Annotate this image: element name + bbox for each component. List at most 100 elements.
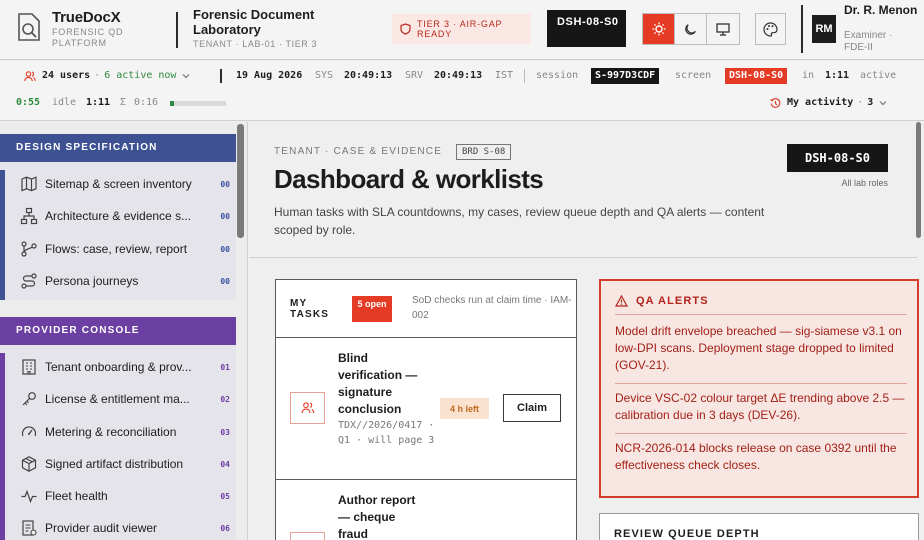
claim-button[interactable]: Claim (503, 394, 561, 422)
system-theme-button[interactable] (707, 14, 739, 44)
light-theme-button[interactable] (643, 14, 675, 44)
sitemap-icon (20, 207, 38, 225)
page-description: Human tasks with SLA countdowns, my case… (274, 205, 765, 237)
sidebar-scrollbar[interactable] (237, 124, 244, 238)
sidebar-item-license[interactable]: License & entitlement ma... 02 (20, 387, 230, 411)
sidebar-item-artifact-distribution[interactable]: Signed artifact distribution 04 (20, 452, 230, 476)
sidebar-item-label: Architecture & evidence s... (45, 209, 192, 223)
qa-alert-item[interactable]: Model drift envelope breached — sig-siam… (615, 323, 905, 374)
brand-subtitle: FORENSIC QD (52, 27, 124, 37)
task-type-badge (290, 532, 325, 540)
screen-id-pill: DSH-08-S0 (725, 68, 788, 84)
pulse-icon (21, 489, 37, 504)
sidebar-item-fleet-health[interactable]: Fleet health 05 (20, 484, 230, 508)
map-icon (21, 176, 37, 192)
sys-time: 20:49:13 (344, 70, 393, 81)
sidebar-item-architecture[interactable]: Architecture & evidence s... 00 (20, 204, 230, 228)
palette-button[interactable] (755, 13, 786, 45)
task-meta: TDX//2026/0417 · Q1 · will page 3 (338, 420, 435, 446)
section-header-provider-console: PROVIDER CONSOLE (0, 317, 236, 345)
breadcrumb: TENANT · CASE & EVIDENCE (274, 146, 443, 157)
my-tasks-panel: MY TASKS 5 open SoD checks run at claim … (275, 279, 577, 540)
idle-label: idle (52, 97, 77, 108)
sidebar-item-flows[interactable]: Flows: case, review, report 00 (20, 237, 230, 261)
sidebar-item-label: Signed artifact distribution (45, 457, 184, 471)
sidebar-item-label: Flows: case, review, report (45, 242, 188, 256)
sidebar-item-persona-journeys[interactable]: Persona journeys 00 (20, 269, 230, 293)
sidebar-item-label: Provider audit viewer (45, 521, 158, 535)
brand-name: TrueDocX (52, 9, 121, 26)
timezone: IST (495, 70, 514, 81)
sidebar-item-number: 03 (220, 427, 230, 437)
panel-title-row: QA ALERTS (615, 295, 709, 307)
screen-label: screen (675, 70, 712, 81)
qa-alert-item[interactable]: Device VSC-02 colour target ΔE trending … (615, 390, 905, 424)
brand-subtitle: PLATFORM (52, 38, 107, 48)
sum-label: Σ (120, 97, 127, 108)
qa-alerts-panel: QA ALERTS Model drift envelope breached … (599, 279, 919, 498)
qa-alert-item[interactable]: NCR-2026-014 blocks release on case 0392… (615, 440, 905, 474)
sidebar-item-number: 05 (220, 491, 230, 501)
idle-value: 1:11 (86, 97, 111, 108)
package-icon (21, 456, 37, 472)
divider (615, 383, 907, 384)
panel-title: QA ALERTS (636, 295, 709, 307)
status-divider (524, 69, 525, 83)
section-accent (0, 353, 5, 540)
panel-title: REVIEW QUEUE DEPTH (614, 528, 760, 540)
sidebar-item-number: 00 (220, 179, 230, 189)
app-header: TrueDocX FORENSIC QD PLATFORM Forensic D… (0, 0, 924, 60)
section-header-design-spec: DESIGN SPECIFICATION (0, 134, 236, 162)
task-row: Author report — cheque fraud (276, 479, 576, 540)
main-content: TENANT · CASE & EVIDENCE BRD S-08 Dashbo… (249, 122, 924, 540)
sidebar-item-label: Metering & reconciliation (45, 425, 177, 439)
theme-switcher (642, 13, 740, 45)
role-scope-label: All lab roles (841, 178, 888, 188)
avatar[interactable]: RM (812, 15, 836, 43)
building-icon (22, 359, 36, 375)
sidebar-item-metering[interactable]: Metering & reconciliation 03 (20, 420, 230, 444)
sidebar-item-sitemap[interactable]: Sitemap & screen inventory 00 (20, 172, 230, 196)
sidebar-item-number: 00 (220, 244, 230, 254)
brd-reference-tag: BRD S-08 (456, 144, 512, 160)
chevron-down-icon (183, 74, 190, 79)
panel-title: MY TASKS (290, 298, 330, 320)
main-scrollbar[interactable] (916, 122, 921, 238)
chevron-down-icon (879, 101, 887, 106)
sidebar-item-provider-audit[interactable]: Provider audit viewer 06 (20, 516, 230, 540)
warning-icon (615, 295, 628, 307)
sidebar-item-number: 00 (220, 211, 230, 221)
status-divider (220, 69, 222, 83)
lab-title: Forensic Document Laboratory (193, 7, 315, 37)
screen-id-badge: DSH-08-S0 (787, 144, 888, 172)
palette-icon (763, 21, 778, 37)
task-title[interactable]: Blind verification — signature conclusio… (338, 350, 428, 418)
header-divider (176, 12, 178, 48)
gauge-icon (21, 426, 37, 437)
sidebar-item-tenant-onboarding[interactable]: Tenant onboarding & prov... 01 (20, 355, 230, 379)
in-value: 1:11 (825, 70, 850, 81)
screen-id-badge: DSH-08-S0 (547, 10, 626, 47)
sidebar: DESIGN SPECIFICATION Sitemap & screen in… (0, 122, 248, 540)
task-title[interactable]: Author report — cheque fraud (338, 492, 428, 540)
sod-note: SoD checks run at claim time · IAM-002 (412, 295, 572, 321)
active-now-count: 6 active now (104, 70, 177, 81)
presence-dropdown[interactable]: 24 users · 6 active now (24, 69, 190, 83)
divider (615, 433, 907, 434)
status-bar: 24 users · 6 active now 19 Aug 2026 SYS … (0, 61, 924, 121)
user-role: FDE-II (844, 42, 873, 53)
monitor-icon (716, 22, 730, 36)
sidebar-item-label: Tenant onboarding & prov... (45, 360, 192, 374)
sidebar-item-label: Persona journeys (45, 274, 139, 288)
log-icon (22, 520, 37, 536)
sidebar-item-label: License & entitlement ma... (45, 392, 190, 406)
open-count-badge: 5 open (352, 296, 392, 322)
users-count: 24 users (42, 70, 91, 81)
tier-badge-text: TIER 3 · AIR-GAP READY (417, 19, 503, 39)
divider (615, 314, 907, 315)
dark-theme-button[interactable] (675, 14, 707, 44)
my-activity-dropdown[interactable]: My activity · 3 (770, 96, 887, 110)
task-row: Blind verification — signature conclusio… (276, 337, 576, 479)
srv-label: SRV (405, 70, 424, 81)
history-icon (770, 97, 781, 108)
